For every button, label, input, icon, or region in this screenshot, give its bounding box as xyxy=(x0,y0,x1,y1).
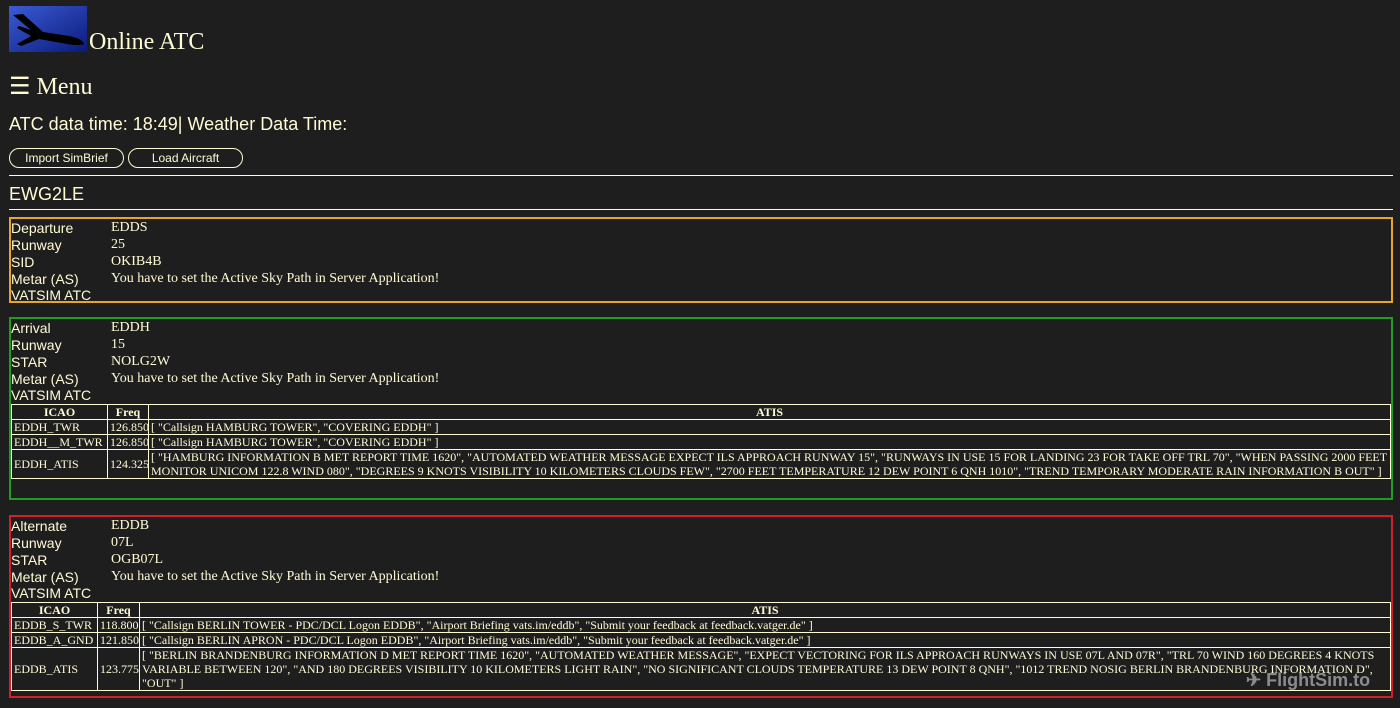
atis-cell: [ "Callsign HAMBURG TOWER", "COVERING ED… xyxy=(148,419,1391,435)
alternate-heading: Alternate xyxy=(11,517,68,534)
flight-callsign: EWG2LE xyxy=(9,184,85,204)
freq-cell: 126.850 xyxy=(107,419,149,435)
icao-cell: EDDB_S_TWR xyxy=(11,617,98,633)
icao-cell: EDDB_A_GND xyxy=(11,632,98,648)
arrival-metar: You have to set the Active Sky Path in S… xyxy=(111,370,440,386)
atc-time-value: 18:49 xyxy=(132,114,178,134)
import-simbrief-button[interactable]: Import SimBrief xyxy=(9,148,124,168)
app-header: Online ATC xyxy=(9,6,205,55)
departure-metar: You have to set the Active Sky Path in S… xyxy=(111,270,440,286)
flightsim-watermark: ✈ FlightSim.to xyxy=(1246,670,1370,691)
arrival-heading: Arrival xyxy=(11,319,51,336)
sid-label: SID xyxy=(11,253,35,270)
alternate-airport-row: Alternate EDDB xyxy=(11,517,1391,534)
atis-cell: [ "Callsign BERLIN TOWER - PDC/DCL Logon… xyxy=(139,617,1391,633)
icao-column-header: ICAO xyxy=(11,404,108,420)
alternate-metar-row: Metar (AS) You have to set the Active Sk… xyxy=(11,568,1391,585)
alternate-star: OGB07L xyxy=(111,551,164,567)
runway-label: Runway xyxy=(11,534,62,551)
atis-cell: [ "HAMBURG INFORMATION B MET REPORT TIME… xyxy=(148,449,1391,479)
atis-cell: [ "Callsign BERLIN APRON - PDC/DCL Logon… xyxy=(139,632,1391,648)
table-row: EDDH__M_TWR 126.850 [ "Callsign HAMBURG … xyxy=(11,434,1391,450)
alternate-runway-row: Runway 07L xyxy=(11,534,1391,551)
load-aircraft-button[interactable]: Load Aircraft xyxy=(128,148,243,168)
metar-label: Metar (AS) xyxy=(11,568,79,585)
arrival-star-row: STAR NOLG2W xyxy=(11,353,1391,370)
icao-column-header: ICAO xyxy=(11,602,98,618)
alternate-atc-table: ICAO Freq ATIS EDDB_S_TWR 118.800 [ "Cal… xyxy=(11,602,1391,691)
star-label: STAR xyxy=(11,353,48,370)
metar-label: Metar (AS) xyxy=(11,370,79,387)
arrival-section: Arrival EDDH Runway 15 STAR NOLG2W Metar… xyxy=(9,317,1393,500)
icao-cell: EDDH__M_TWR xyxy=(11,434,108,450)
atc-time-label: ATC data time: xyxy=(9,114,128,134)
freq-column-header: Freq xyxy=(107,404,149,420)
table-row: EDDB_A_GND 121.850 [ "Callsign BERLIN AP… xyxy=(11,632,1391,648)
plane-watermark-icon: ✈ xyxy=(1246,670,1262,690)
departure-runway: 25 xyxy=(111,236,125,252)
star-label: STAR xyxy=(11,551,48,568)
watermark-text: FlightSim.to xyxy=(1266,670,1371,690)
arrival-metar-row: Metar (AS) You have to set the Active Sk… xyxy=(11,370,1391,387)
atis-column-header: ATIS xyxy=(148,404,1391,420)
arrival-airport: EDDH xyxy=(111,319,150,335)
arrival-atc-table: ICAO Freq ATIS EDDH_TWR 126.850 [ "Calls… xyxy=(11,404,1391,479)
atis-column-header: ATIS xyxy=(139,602,1391,618)
freq-column-header: Freq xyxy=(97,602,140,618)
freq-cell: 126.850 xyxy=(107,434,149,450)
alternate-runway: 07L xyxy=(111,534,134,550)
arrival-runway: 15 xyxy=(111,336,125,352)
table-header-row: ICAO Freq ATIS xyxy=(11,404,1391,420)
vatsim-atc-label: VATSIM ATC xyxy=(11,287,92,303)
vatsim-atc-label: VATSIM ATC xyxy=(11,585,92,601)
table-row: EDDH_TWR 126.850 [ "Callsign HAMBURG TOW… xyxy=(11,419,1391,435)
freq-cell: 124.325 xyxy=(107,449,149,479)
icao-cell: EDDH_ATIS xyxy=(11,449,108,479)
table-row: EDDB_ATIS 123.775 [ "BERLIN BRANDENBURG … xyxy=(11,647,1391,691)
departure-sid-row: SID OKIB4B xyxy=(11,253,1391,270)
status-separator: | xyxy=(177,114,183,134)
metar-label: Metar (AS) xyxy=(11,270,79,287)
menu-toggle[interactable]: ☰ Menu xyxy=(9,73,93,101)
runway-label: Runway xyxy=(11,236,62,253)
table-header-row: ICAO Freq ATIS xyxy=(11,602,1391,618)
airplane-logo-icon xyxy=(9,6,87,52)
divider xyxy=(9,209,1393,210)
runway-label: Runway xyxy=(11,336,62,353)
table-row: EDDB_S_TWR 118.800 [ "Callsign BERLIN TO… xyxy=(11,617,1391,633)
table-row: EDDH_ATIS 124.325 [ "HAMBURG INFORMATION… xyxy=(11,449,1391,479)
departure-sid: OKIB4B xyxy=(111,253,162,269)
departure-runway-row: Runway 25 xyxy=(11,236,1391,253)
toolbar: Import SimBrief Load Aircraft xyxy=(9,148,243,168)
alternate-metar: You have to set the Active Sky Path in S… xyxy=(111,568,440,584)
icao-cell: EDDB_ATIS xyxy=(11,647,98,691)
departure-airport-row: Departure EDDS xyxy=(11,219,1391,236)
alternate-section: Alternate EDDB Runway 07L STAR OGB07L Me… xyxy=(9,515,1393,698)
atis-cell: [ "BERLIN BRANDENBURG INFORMATION D MET … xyxy=(139,647,1391,691)
departure-airport: EDDS xyxy=(111,219,148,235)
freq-cell: 121.850 xyxy=(97,632,140,648)
freq-cell: 118.800 xyxy=(97,617,140,633)
departure-section: Departure EDDS Runway 25 SID OKIB4B Meta… xyxy=(9,217,1393,303)
icao-cell: EDDH_TWR xyxy=(11,419,108,435)
weather-time-label: Weather Data Time: xyxy=(187,114,348,134)
arrival-airport-row: Arrival EDDH xyxy=(11,319,1391,336)
alternate-star-row: STAR OGB07L xyxy=(11,551,1391,568)
departure-heading: Departure xyxy=(11,219,74,236)
arrival-runway-row: Runway 15 xyxy=(11,336,1391,353)
arrival-star: NOLG2W xyxy=(111,353,171,369)
atis-cell: [ "Callsign HAMBURG TOWER", "COVERING ED… xyxy=(148,434,1391,450)
divider xyxy=(9,175,1393,176)
alternate-airport: EDDB xyxy=(111,517,150,533)
vatsim-atc-label: VATSIM ATC xyxy=(11,387,92,403)
data-time-status: ATC data time: 18:49| Weather Data Time: xyxy=(9,113,347,135)
app-title: Online ATC xyxy=(89,29,205,55)
freq-cell: 123.775 xyxy=(97,647,140,691)
departure-metar-row: Metar (AS) You have to set the Active Sk… xyxy=(11,270,1391,287)
